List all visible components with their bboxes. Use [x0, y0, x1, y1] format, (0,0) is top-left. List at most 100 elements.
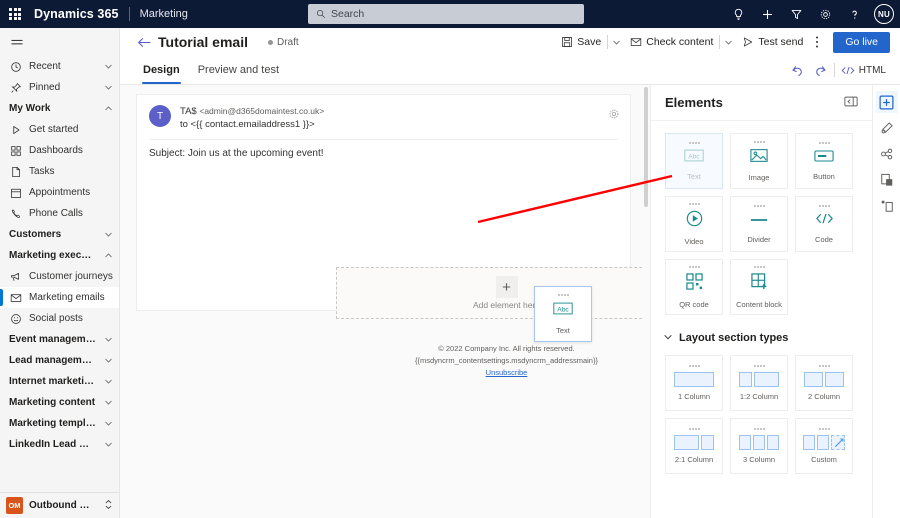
- element-tile-button[interactable]: Button: [795, 133, 853, 189]
- layout-tile-2-1-column[interactable]: 2:1 Column: [665, 418, 723, 474]
- layout-section-header[interactable]: Layout section types: [651, 315, 872, 353]
- drag-handle[interactable]: [557, 293, 569, 296]
- sidebar-collapse-button[interactable]: [0, 30, 119, 56]
- check-content-button[interactable]: Check content: [624, 31, 719, 53]
- new-record-button[interactable]: [754, 1, 780, 27]
- global-search-input[interactable]: Search: [308, 4, 584, 24]
- sidebar-item-customer-journeys[interactable]: Customer journeys: [0, 266, 119, 287]
- help-button[interactable]: [841, 1, 867, 27]
- drag-handle[interactable]: [688, 265, 700, 268]
- sidebar-item-social-posts[interactable]: Social posts: [0, 308, 119, 329]
- element-tile-text[interactable]: Abc Text: [665, 133, 723, 189]
- layout-tile-custom[interactable]: Custom: [795, 418, 853, 474]
- drag-handle[interactable]: [818, 141, 830, 144]
- drag-handle[interactable]: [818, 204, 830, 207]
- layout-tile-1-column[interactable]: 1 Column: [665, 355, 723, 411]
- layout-tile-1-2-column[interactable]: 1:2 Column: [730, 355, 788, 411]
- send-icon: [744, 37, 753, 47]
- layout-section-title: Layout section types: [679, 332, 789, 344]
- sidebar-group-marketing-content[interactable]: Marketing content: [0, 392, 119, 413]
- status-dot-icon: [267, 39, 273, 45]
- sidebar-item-tasks[interactable]: Tasks: [0, 161, 119, 182]
- more-vertical-icon: [816, 36, 819, 48]
- unsubscribe-link[interactable]: Unsubscribe: [336, 367, 650, 379]
- sidebar-item-get-started[interactable]: Get started: [0, 119, 119, 140]
- go-live-button[interactable]: Go live: [833, 31, 890, 53]
- back-button[interactable]: [134, 36, 154, 49]
- tab-preview-and-test[interactable]: Preview and test: [189, 56, 288, 84]
- sidebar-item-pinned[interactable]: Pinned: [0, 77, 119, 98]
- layout-tile-label: 2 Column: [807, 392, 841, 401]
- rail-button-add-element[interactable]: [875, 91, 900, 113]
- html-button[interactable]: HTML: [837, 65, 890, 76]
- drag-handle[interactable]: [753, 265, 765, 268]
- save-button[interactable]: Save: [555, 31, 607, 53]
- sidebar-group-lead-management[interactable]: Lead management: [0, 350, 119, 371]
- drag-handle[interactable]: [818, 428, 830, 430]
- add-element-dropzone[interactable]: + Add element here: [336, 267, 650, 319]
- rail-button-personalization[interactable]: [876, 143, 898, 165]
- sidebar-item-appointments[interactable]: Appointments: [0, 182, 119, 203]
- rail-button-properties[interactable]: [876, 195, 898, 217]
- user-avatar[interactable]: NU: [874, 4, 894, 24]
- chevron-down-icon: [103, 356, 113, 365]
- layout-tile-2-column[interactable]: 2 Column: [795, 355, 853, 411]
- save-dropdown-button[interactable]: [608, 31, 624, 53]
- search-icon: [316, 9, 326, 19]
- sidebar-group-internet-marketing[interactable]: Internet marketing: [0, 371, 119, 392]
- sidebar-group-my-work[interactable]: My Work: [0, 98, 119, 119]
- settings-button[interactable]: [812, 1, 838, 27]
- drag-handle[interactable]: [753, 428, 765, 430]
- chevron-down-icon: [612, 40, 620, 45]
- element-tile-image[interactable]: Image: [730, 133, 788, 189]
- test-send-button[interactable]: Test send: [736, 31, 809, 53]
- sidebar-group-event-management[interactable]: Event management: [0, 329, 119, 350]
- dragged-text-element[interactable]: Abc Text: [534, 286, 592, 342]
- undo-button[interactable]: [786, 59, 808, 81]
- element-tile-code[interactable]: Code: [795, 196, 853, 252]
- drag-handle[interactable]: [818, 365, 830, 367]
- email-to-line: to <{{ contact.emailaddress1 }}>: [180, 119, 315, 130]
- email-settings-button[interactable]: [608, 107, 620, 125]
- sidebar-group-customers[interactable]: Customers: [0, 224, 119, 245]
- check-content-dropdown-button[interactable]: [720, 31, 736, 53]
- drag-handle[interactable]: [688, 141, 700, 144]
- drag-handle[interactable]: [753, 204, 765, 207]
- drag-handle[interactable]: [753, 365, 765, 367]
- rail-button-content[interactable]: [876, 169, 898, 191]
- sidebar-item-recent[interactable]: Recent: [0, 56, 119, 77]
- rail-button-theme[interactable]: [876, 117, 898, 139]
- overflow-menu-button[interactable]: [809, 31, 825, 53]
- layout-3-column-icon: [739, 435, 779, 450]
- drag-handle[interactable]: [688, 428, 700, 430]
- canvas-scrollbar[interactable]: [642, 85, 650, 518]
- image-icon: [750, 148, 768, 168]
- sidebar-group-linkedin-lead-gen[interactable]: LinkedIn Lead Gen: [0, 434, 119, 455]
- sidebar-item-dashboards[interactable]: Dashboards: [0, 140, 119, 161]
- collapse-panel-button[interactable]: [844, 94, 858, 112]
- chevron-down-icon: [103, 419, 113, 428]
- element-tile-video[interactable]: Video: [665, 196, 723, 252]
- drag-handle[interactable]: [753, 140, 765, 143]
- sidebar-group-label: Marketing execution: [9, 250, 96, 261]
- drag-handle[interactable]: [688, 202, 700, 205]
- sidebar-item-phone-calls[interactable]: Phone Calls: [0, 203, 119, 224]
- add-element-button[interactable]: +: [495, 276, 518, 298]
- sidebar-item-marketing-emails[interactable]: Marketing emails: [0, 287, 119, 308]
- filter-button[interactable]: [783, 1, 809, 27]
- lightbulb-button[interactable]: [725, 1, 751, 27]
- drag-handle[interactable]: [688, 365, 700, 367]
- email-design-canvas[interactable]: T TA$ <admin@d365domaintest.co.uk> to <{…: [120, 85, 650, 518]
- tab-design[interactable]: Design: [134, 56, 189, 84]
- element-tile-qr-code[interactable]: QR code: [665, 259, 723, 315]
- layout-tile-3-column[interactable]: 3 Column: [730, 418, 788, 474]
- element-tile-divider[interactable]: Divider: [730, 196, 788, 252]
- sidebar-group-marketing-execution[interactable]: Marketing execution: [0, 245, 119, 266]
- app-launcher-button[interactable]: [0, 0, 30, 28]
- redo-button[interactable]: [810, 59, 832, 81]
- chevron-down-icon: [725, 40, 732, 45]
- element-tile-content-block[interactable]: Content block: [730, 259, 788, 315]
- sidebar-group-label: Marketing templates: [9, 418, 96, 429]
- sidebar-group-marketing-templates[interactable]: Marketing templates: [0, 413, 119, 434]
- area-switcher[interactable]: OM Outbound market...: [0, 492, 119, 518]
